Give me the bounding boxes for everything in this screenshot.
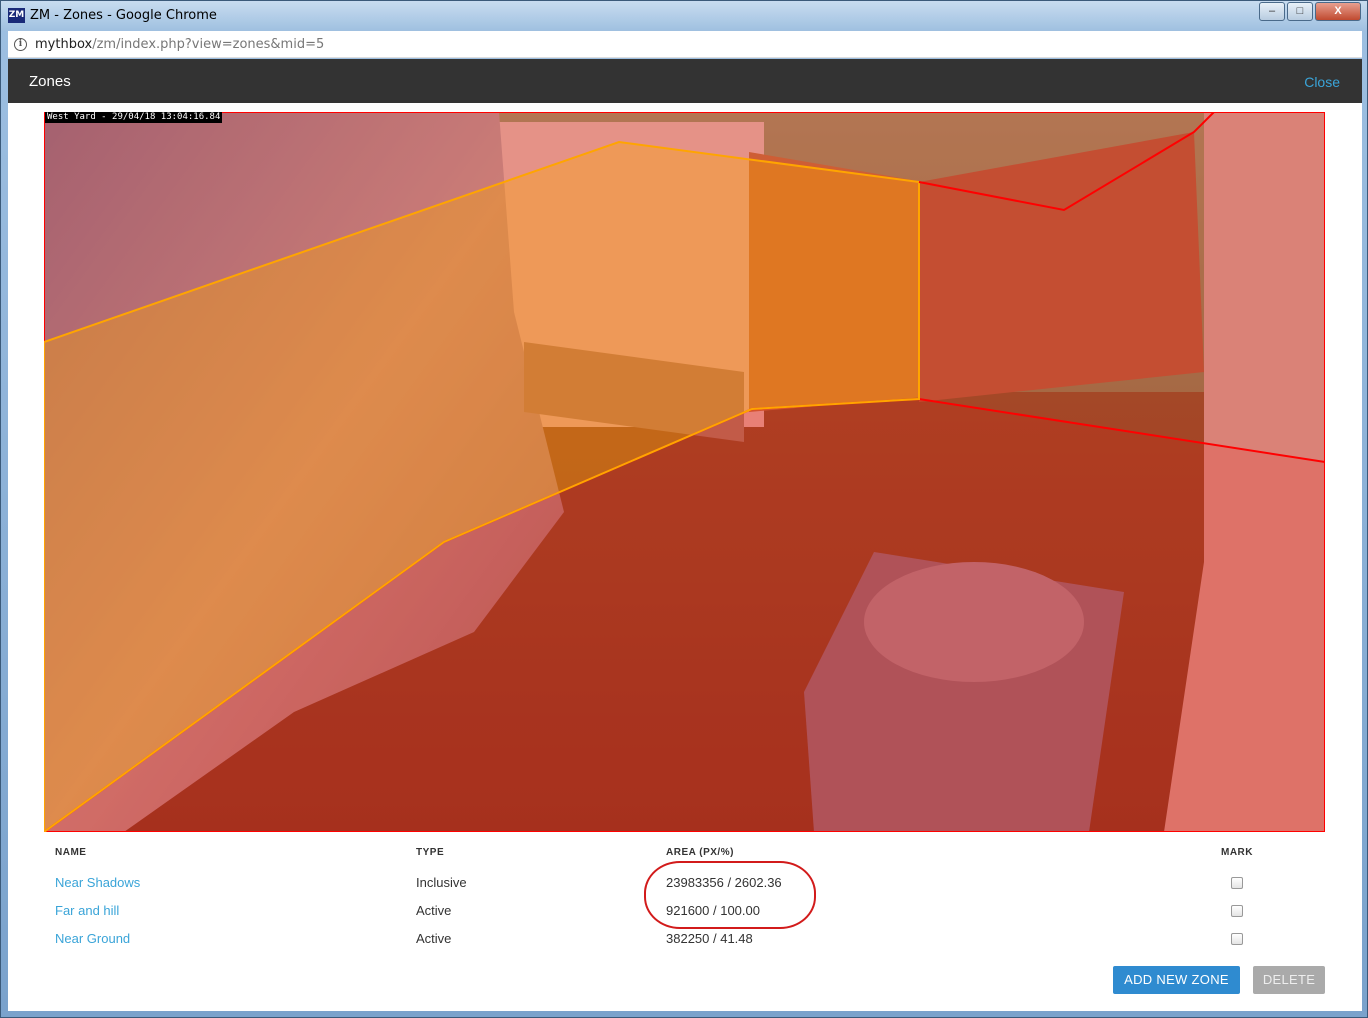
zone-image-map[interactable]: West Yard - 29/04/18 13:04:16.84	[44, 112, 1325, 832]
table-row: Near Ground Active 382250 / 41.48	[55, 931, 1335, 959]
window-titlebar[interactable]: ZM ZM - Zones - Google Chrome – □ X	[1, 1, 1367, 31]
close-link[interactable]: Close	[1304, 74, 1340, 90]
mark-checkbox[interactable]	[1231, 933, 1243, 945]
header-mark[interactable]: MARK	[1221, 847, 1253, 858]
zone-name-link[interactable]: Near Ground	[55, 931, 130, 947]
zone-area: 921600 / 100.00	[666, 903, 760, 918]
zone-type: Active	[416, 903, 452, 918]
camera-timestamp: West Yard - 29/04/18 13:04:16.84	[45, 112, 223, 123]
add-new-zone-button[interactable]: ADD NEW ZONE	[1113, 966, 1240, 994]
zone-area: 23983356 / 2602.36	[666, 875, 782, 890]
mark-checkbox[interactable]	[1231, 877, 1243, 889]
zone-type: Active	[416, 931, 452, 946]
mark-checkbox[interactable]	[1231, 905, 1243, 917]
page-title: Zones	[29, 73, 71, 90]
browser-window: ZM ZM - Zones - Google Chrome – □ X i my…	[0, 0, 1368, 1018]
table-row: Far and hill Active 921600 / 100.00	[55, 903, 1335, 931]
zone-type: Inclusive	[416, 875, 467, 890]
address-bar[interactable]: i mythbox/zm/index.php?view=zones&mid=5	[8, 31, 1362, 58]
delete-button[interactable]: DELETE	[1253, 966, 1325, 994]
zone-area: 382250 / 41.48	[666, 931, 753, 946]
camera-image	[44, 112, 1325, 832]
page-header: Zones Close	[8, 59, 1362, 103]
zone-name-link[interactable]: Near Shadows	[55, 875, 140, 891]
maximize-button[interactable]: □	[1287, 2, 1313, 21]
table-row: Near Shadows Inclusive 23983356 / 2602.3…	[55, 875, 1335, 903]
url-text[interactable]: mythbox/zm/index.php?view=zones&mid=5	[35, 37, 324, 52]
zm-logo-icon: ZM	[8, 8, 25, 23]
header-type[interactable]: TYPE	[416, 847, 444, 858]
window-close-button[interactable]: X	[1315, 2, 1361, 21]
page-content: Zones Close West Yard - 29/04/18 13:04:1…	[8, 59, 1362, 1011]
zone-name-link[interactable]: Far and hill	[55, 903, 119, 919]
header-area[interactable]: AREA (PX/%)	[666, 847, 734, 858]
header-name[interactable]: NAME	[55, 847, 86, 858]
minimize-button[interactable]: –	[1259, 2, 1285, 21]
info-icon[interactable]: i	[14, 38, 27, 51]
window-title: ZM - Zones - Google Chrome	[30, 8, 217, 23]
